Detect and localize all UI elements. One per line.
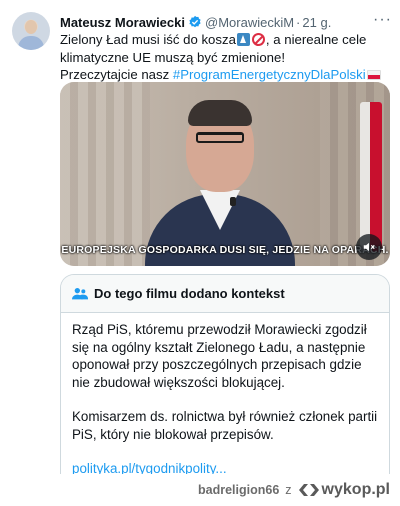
watermark-bar: badreligion66 z wykop.pl: [0, 474, 400, 506]
context-note-title: Do tego filmu dodano kontekst: [94, 286, 285, 301]
hashtag-link[interactable]: #ProgramEnergetycznyDlaPolski: [173, 67, 366, 82]
more-options-icon[interactable]: ···: [373, 11, 392, 29]
video-flag: [360, 102, 382, 252]
no-entry-icon: [251, 33, 265, 46]
tweet-text-part1: Zielony Ład musi iść do kosza: [60, 32, 236, 47]
separator-dot: ·: [296, 14, 301, 30]
tweet[interactable]: Mateusz Morawiecki @MorawieckiM · 21 g. …: [0, 0, 400, 494]
wykop-logo-icon: [298, 484, 319, 496]
users-icon: [72, 287, 88, 299]
tweet-header: Mateusz Morawiecki @MorawieckiM · 21 g.: [60, 12, 388, 32]
video-speaker-hair: [188, 100, 252, 126]
avatar-head: [25, 20, 37, 34]
wykop-logo: wykop.pl: [298, 481, 390, 499]
avatar[interactable]: [12, 12, 50, 50]
context-note-header: Do tego filmu dodano kontekst: [61, 275, 389, 313]
speaker-muted-icon: [363, 242, 375, 252]
author-name[interactable]: Mateusz Morawiecki: [60, 15, 185, 30]
mute-button[interactable]: [356, 234, 382, 260]
video-microphone: [230, 197, 236, 206]
context-note: Do tego filmu dodano kontekst Rząd PiS, …: [60, 274, 390, 494]
watermark-user: badreligion66: [198, 483, 280, 497]
up-arrow-icon: [236, 33, 250, 46]
context-paragraph: Rząd PiS, któremu przewodził Morawiecki …: [72, 322, 367, 390]
video-background-left: [60, 82, 150, 266]
tweet-text-part3: Przeczytajcie nasz: [60, 67, 173, 82]
context-paragraph: Komisarzem ds. rolnictwa był również czł…: [72, 409, 378, 442]
wykop-logo-text: wykop.pl: [321, 481, 390, 498]
verified-badge-icon: [188, 15, 202, 29]
watermark-z: z: [285, 483, 292, 497]
video-caption: EUROPEJSKA GOSPODARKA DUSI SIĘ, JEDZIE N…: [61, 244, 389, 256]
video-speaker-glasses: [196, 132, 244, 143]
tweet-time[interactable]: 21 g.: [302, 15, 331, 30]
avatar-shirt: [18, 36, 44, 50]
poland-flag-icon: [366, 70, 381, 80]
context-note-body: Rząd PiS, któremu przewodził Morawiecki …: [61, 313, 389, 478]
author-handle[interactable]: @MorawieckiM: [205, 15, 294, 30]
video-player[interactable]: EUROPEJSKA GOSPODARKA DUSI SIĘ, JEDZIE N…: [60, 82, 390, 266]
